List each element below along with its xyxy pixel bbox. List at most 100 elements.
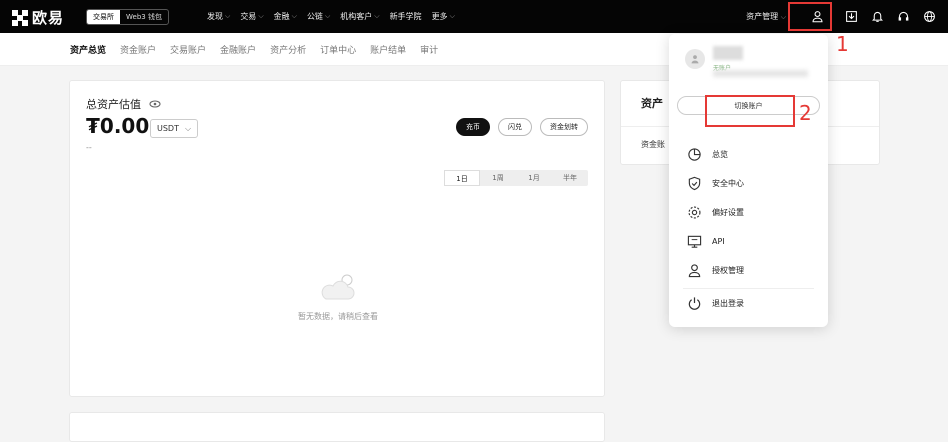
avatar [685, 49, 705, 69]
nav-label: 机构客户 [340, 12, 373, 21]
range-6m[interactable]: 半年 [552, 170, 588, 186]
action-buttons: 充币 闪兑 资金划转 [456, 118, 588, 136]
annotation-box-switch [705, 95, 795, 127]
menu-item-label: 安全中心 [712, 179, 744, 188]
menu-item-preferences[interactable]: 偏好设置 [687, 198, 744, 227]
pnl-placeholder: -- [86, 143, 92, 152]
tab-trading-account[interactable]: 交易账户 [170, 43, 206, 56]
annotation-box-user [788, 2, 832, 31]
divider [683, 288, 814, 289]
tab-statements[interactable]: 账户结单 [370, 43, 406, 56]
download-icon [845, 11, 857, 22]
valuation-title: 总资产估值 [86, 96, 161, 112]
menu-item-security[interactable]: 安全中心 [687, 169, 744, 198]
nav-label: 发现 [207, 12, 223, 21]
power-icon [688, 297, 701, 310]
time-range-tabs: 1日 1周 1月 半年 [444, 170, 588, 186]
range-1d[interactable]: 1日 [444, 170, 480, 186]
nav-more[interactable]: 更多 ⌵ [432, 11, 455, 22]
asset-manage-label: 资产管理 [746, 12, 779, 21]
total-amount: ₮0.00 [86, 114, 150, 138]
chevron-down-icon: ⌵ [324, 12, 331, 20]
currency-value: USDT [157, 124, 179, 133]
mode-wallet[interactable]: Web3 钱包 [120, 10, 168, 24]
headset-icon [898, 11, 908, 21]
chevron-down-icon: ⌵ [291, 12, 297, 20]
logout-label: 退出登录 [712, 299, 744, 308]
tab-finance-account[interactable]: 金融账户 [220, 43, 256, 56]
side-card-title: 资产 [641, 97, 663, 110]
empty-cloud-icon [318, 273, 358, 303]
menu-item-api[interactable]: API [687, 227, 744, 256]
valuation-title-text: 总资产估值 [86, 98, 141, 111]
empty-state: 暂无数据，请稍后查看 [70, 273, 606, 322]
nav-finance[interactable]: 金融 ⌵ [274, 11, 297, 22]
menu-item-label: 偏好设置 [712, 208, 744, 217]
chevron-down-icon: ⌵ [184, 123, 192, 133]
chevron-down-icon: ⌵ [258, 12, 264, 20]
nav-label: 金融 [273, 12, 290, 21]
menu-item-overview[interactable]: 总览 [687, 140, 744, 169]
chevron-down-icon: ⌵ [225, 12, 231, 20]
asset-valuation-card: 总资产估值 ₮0.00 USDT ⌵ -- 充币 闪兑 资金划转 1日 1周 1… [69, 80, 605, 397]
brand-name: 欧易 [32, 9, 65, 27]
globe-icon [923, 11, 935, 22]
person-icon [688, 264, 701, 278]
tab-overview[interactable]: 资产总览 [70, 43, 106, 56]
side-card-row: 资金账 [641, 140, 665, 149]
eye-icon[interactable] [149, 100, 161, 108]
menu-item-label: 总览 [712, 150, 728, 159]
menu-item-authorization[interactable]: 授权管理 [687, 256, 744, 285]
nav-label: 交易 [240, 12, 257, 21]
nav-label: 更多 [431, 12, 448, 21]
currency-select[interactable]: USDT ⌵ [150, 119, 199, 138]
uid-redacted [713, 70, 808, 77]
username-redacted [713, 46, 743, 60]
pie-icon [688, 148, 701, 161]
menu-item-label: API [712, 237, 725, 246]
support-button[interactable] [890, 0, 916, 33]
main-nav: 发现 ⌵ 交易 ⌵ 金融 ⌵ 公链 ⌵ 机构客户 ⌵ 新手学院 更多 ⌵ [207, 0, 455, 33]
mode-exchange[interactable]: 交易所 [87, 10, 120, 24]
gear-icon [688, 206, 701, 219]
api-icon [687, 235, 702, 248]
language-button[interactable] [916, 0, 942, 33]
deposit-button[interactable]: 充币 [456, 118, 490, 136]
nav-label: 新手学院 [389, 12, 422, 21]
menu-item-label: 授权管理 [712, 266, 744, 275]
nav-chain[interactable]: 公链 ⌵ [307, 11, 330, 22]
okx-logo-icon [12, 9, 28, 26]
shield-icon [688, 176, 701, 191]
mode-switch: 交易所 Web3 钱包 [86, 9, 169, 25]
range-1w[interactable]: 1周 [480, 170, 516, 186]
tab-order-center[interactable]: 订单中心 [320, 43, 356, 56]
chevron-down-icon: ⌵ [374, 12, 380, 20]
bell-icon [871, 11, 883, 22]
tab-audit[interactable]: 审计 [420, 43, 438, 56]
annotation-number-2: 2 [799, 101, 812, 125]
convert-button[interactable]: 闪兑 [498, 118, 532, 136]
notification-button[interactable] [864, 0, 890, 33]
logout-button[interactable]: 退出登录 [687, 296, 744, 311]
asset-manage-menu[interactable]: 资产管理 ⌵ [746, 11, 786, 22]
top-right-tools: 资产管理 ⌵ [746, 0, 948, 33]
tab-asset-analysis[interactable]: 资产分析 [270, 43, 306, 56]
annotation-number-1: 1 [836, 32, 849, 56]
chevron-down-icon: ⌵ [780, 13, 786, 21]
dropdown-menu-list: 总览 安全中心 偏好设置 API 授权管理 [687, 140, 744, 285]
nav-label: 公链 [306, 12, 323, 21]
nav-trade[interactable]: 交易 ⌵ [240, 11, 263, 22]
range-1m[interactable]: 1月 [516, 170, 552, 186]
transfer-button[interactable]: 资金划转 [540, 118, 588, 136]
nav-discover[interactable]: 发现 ⌵ [207, 11, 230, 22]
nav-learn[interactable]: 新手学院 [390, 11, 422, 22]
nav-institutional[interactable]: 机构客户 ⌵ [340, 11, 379, 22]
user-dropdown-menu: 无账户 切换账户 总览 安全中心 偏好设置 API 授权管理 退出登录 [669, 34, 828, 327]
empty-text: 暂无数据，请稍后查看 [298, 312, 378, 321]
user-icon [691, 55, 699, 64]
download-button[interactable] [838, 0, 864, 33]
okx-logo[interactable]: 欧易 [12, 7, 64, 28]
tab-funding-account[interactable]: 资金账户 [120, 43, 156, 56]
secondary-card [69, 412, 605, 442]
chevron-down-icon: ⌵ [449, 12, 455, 20]
